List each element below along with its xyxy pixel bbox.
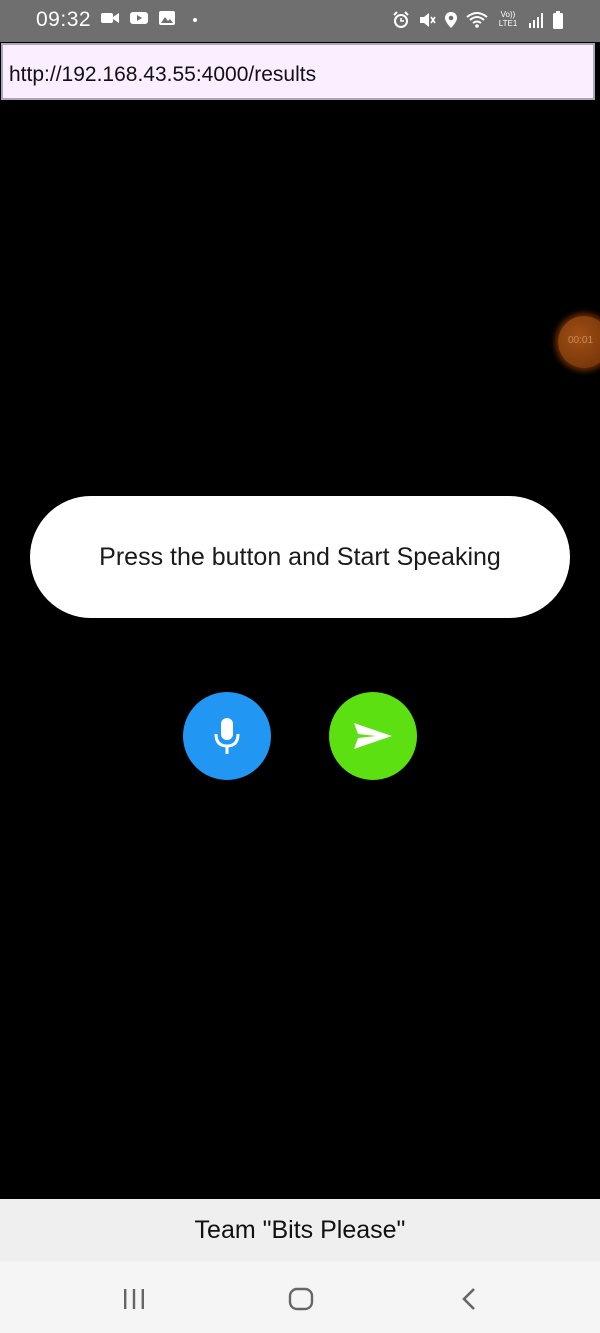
floating-timer-bubble[interactable]: 00:01 xyxy=(558,316,600,368)
recent-apps-button[interactable] xyxy=(112,1284,156,1314)
floating-timer-text: 00:01 xyxy=(568,335,594,346)
status-right-icons: Vo)) LTE1 xyxy=(392,10,564,30)
youtube-icon xyxy=(130,12,148,24)
dot-icon xyxy=(193,18,197,22)
microphone-icon xyxy=(214,718,240,754)
mic-button[interactable] xyxy=(183,692,271,780)
video-camera-icon xyxy=(101,13,119,23)
back-icon xyxy=(462,1288,475,1310)
back-button[interactable] xyxy=(447,1284,491,1314)
url-text[interactable]: http://192.168.43.55:4000/results xyxy=(9,63,316,87)
send-icon xyxy=(354,723,392,749)
status-left-icons xyxy=(100,10,201,26)
gallery-icon xyxy=(159,11,175,25)
footer-text: Team "Bits Please" xyxy=(194,1216,406,1244)
battery-icon xyxy=(553,11,563,29)
footer: Team "Bits Please" xyxy=(0,1199,600,1262)
status-bar: 09:32 Vo)) LTE1 xyxy=(0,0,600,42)
status-time: 09:32 xyxy=(36,8,92,31)
lte-label: LTE1 xyxy=(498,19,518,28)
recent-apps-icon xyxy=(124,1289,144,1309)
prompt-box: Press the button and Start Speaking xyxy=(30,496,570,618)
volte-lte-icon: Vo)) LTE1 xyxy=(496,10,520,30)
location-icon xyxy=(445,12,457,28)
signal-icon xyxy=(529,13,543,28)
prompt-text: Press the button and Start Speaking xyxy=(99,542,501,571)
mute-icon xyxy=(420,13,436,27)
send-button[interactable] xyxy=(329,692,417,780)
volte-label: Vo)) xyxy=(500,10,516,19)
alarm-icon xyxy=(393,11,409,28)
navigation-bar xyxy=(0,1262,600,1333)
home-button[interactable] xyxy=(279,1284,323,1314)
url-bar[interactable]: http://192.168.43.55:4000/results xyxy=(1,43,595,100)
home-icon xyxy=(288,1287,314,1311)
wifi-icon xyxy=(466,12,488,28)
